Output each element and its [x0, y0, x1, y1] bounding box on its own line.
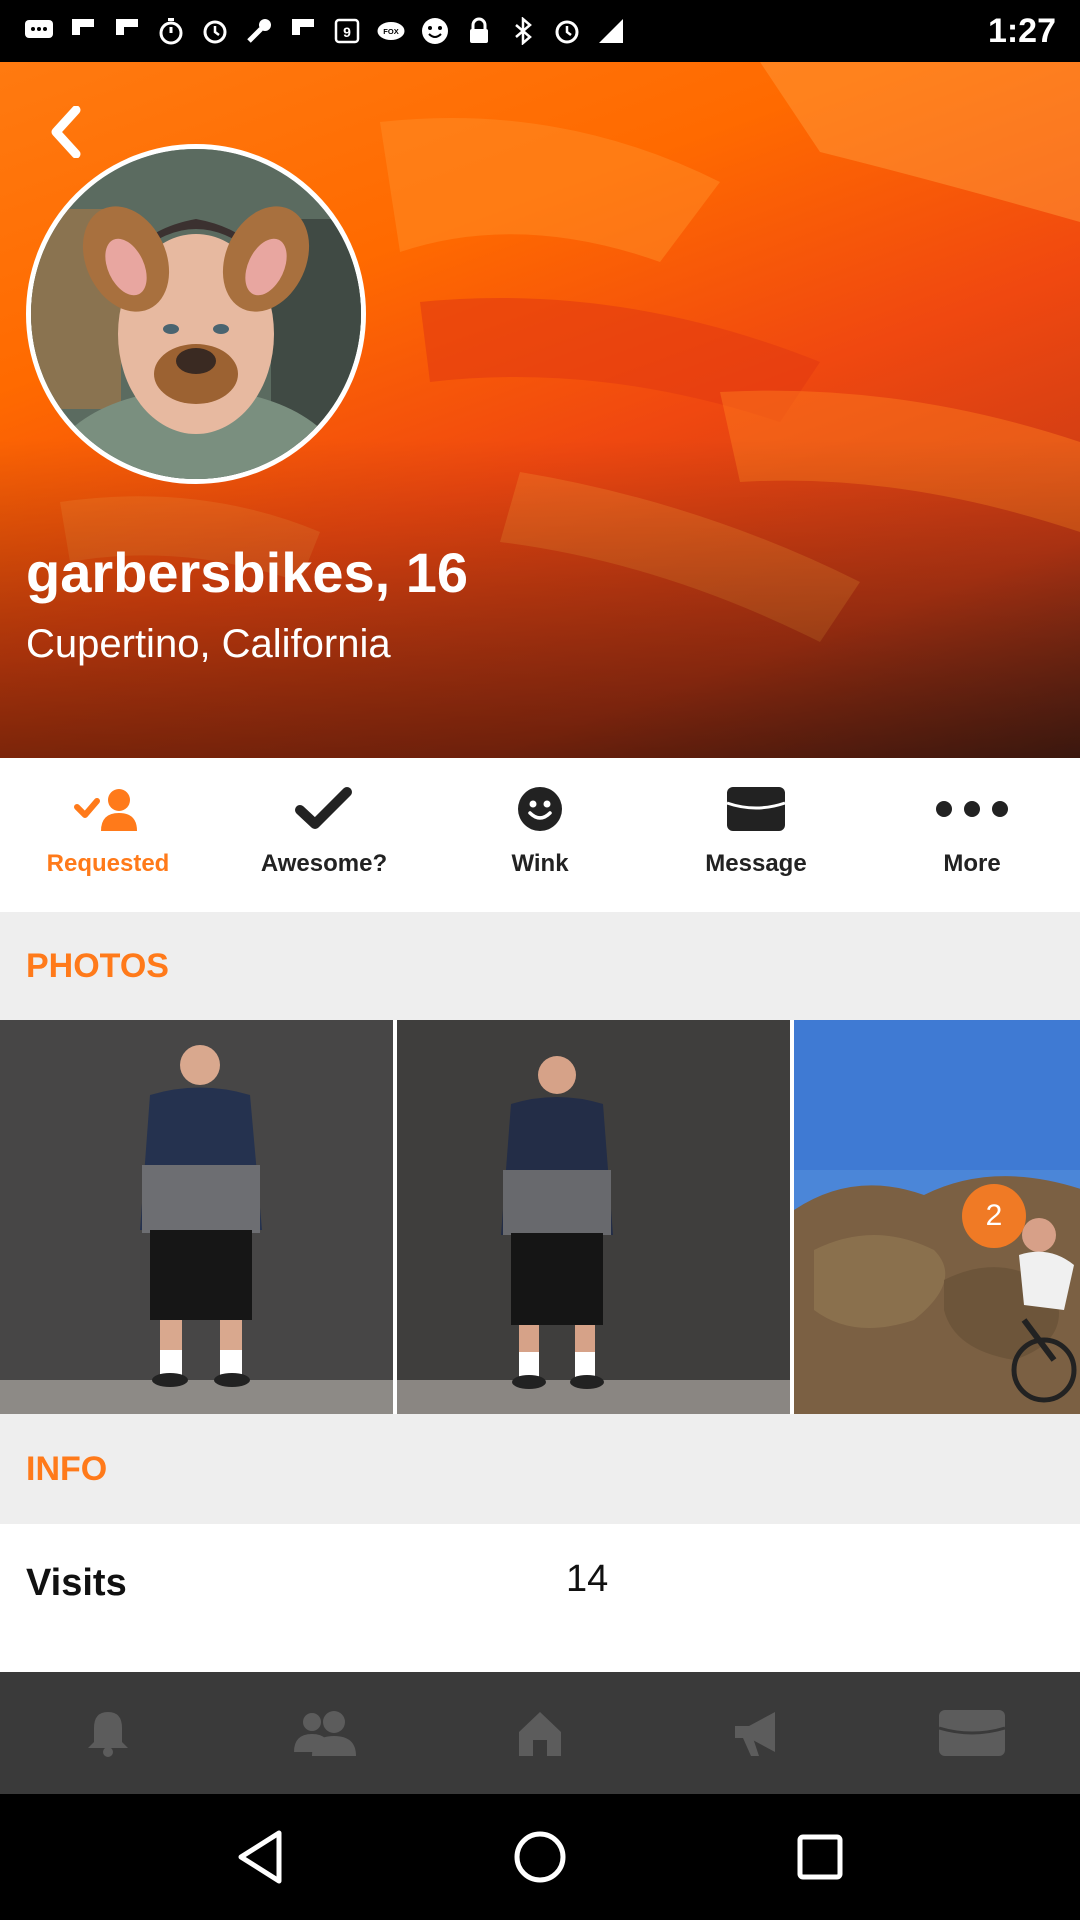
more-label: More: [943, 850, 1001, 877]
photos-header-label: PHOTOS: [26, 946, 169, 985]
nav-inbox[interactable]: [864, 1672, 1080, 1794]
status-time: 1:27: [987, 11, 1056, 50]
requested-label: Requested: [46, 850, 170, 877]
profile-name: garbersbikes, 16: [26, 541, 469, 604]
nav-announcements[interactable]: [648, 1672, 864, 1794]
check-icon: [295, 784, 353, 834]
info-header-label: INFO: [26, 1449, 108, 1488]
bluetooth-icon: [508, 16, 538, 46]
profile-hero: garbersbikes, 16 Cupertino, California: [0, 62, 1080, 758]
chat-icon: [24, 16, 54, 46]
photo-thumbnail-2[interactable]: [397, 1020, 790, 1414]
triangle-back-icon: [238, 1830, 282, 1884]
emoji-icon: [420, 16, 450, 46]
svg-text:FOX: FOX: [383, 27, 398, 36]
photo-thumbnail-1[interactable]: [0, 1020, 393, 1414]
photos-section-header: PHOTOS: [0, 912, 1080, 1020]
fox-sports-icon: FOX: [376, 16, 406, 46]
photo-image: [397, 1020, 790, 1414]
avatar-image: [31, 149, 361, 479]
visits-value: 14: [566, 1558, 609, 1600]
back-button[interactable]: [40, 100, 92, 164]
alarm-icon: [200, 16, 230, 46]
system-back-button[interactable]: [225, 1822, 295, 1892]
circle-home-icon: [514, 1831, 566, 1883]
nav-home[interactable]: [432, 1672, 648, 1794]
info-section-header: INFO: [0, 1414, 1080, 1524]
lock-icon: [464, 16, 494, 46]
inbox-icon: [938, 1710, 1006, 1756]
requested-button[interactable]: Requested: [0, 758, 216, 912]
visits-label: Visits: [26, 1562, 127, 1604]
nav-notifications[interactable]: [0, 1672, 216, 1794]
message-button[interactable]: Message: [648, 758, 864, 912]
message-label: Message: [705, 850, 807, 877]
profile-location: Cupertino, California: [26, 622, 391, 666]
system-navigation-bar: [0, 1794, 1080, 1920]
system-recents-button[interactable]: [785, 1822, 855, 1892]
status-bar: 9 FOX 1:27: [0, 0, 1080, 62]
wink-button[interactable]: Wink: [432, 758, 648, 912]
alarm-icon: [552, 16, 582, 46]
flipboard-icon: [112, 16, 142, 46]
bottom-navigation: [0, 1672, 1080, 1794]
svg-text:9: 9: [343, 24, 351, 40]
stopwatch-icon: [156, 16, 186, 46]
flipboard-icon: [68, 16, 98, 46]
wrench-icon: [244, 16, 274, 46]
megaphone-icon: [735, 1712, 775, 1756]
square-recents-icon: [797, 1834, 843, 1880]
status-icons: 9 FOX: [24, 16, 626, 46]
more-photos-badge[interactable]: 2: [962, 1184, 1026, 1248]
mail-icon: 9: [332, 16, 362, 46]
bell-icon: [88, 1712, 128, 1757]
wink-icon: [516, 784, 564, 834]
photo-image: [0, 1020, 393, 1414]
chevron-left-icon: [51, 106, 81, 158]
awesome-label: Awesome?: [260, 850, 388, 877]
profile-avatar[interactable]: [26, 144, 366, 484]
photo-thumbnail-3[interactable]: [794, 1020, 1080, 1414]
more-button[interactable]: More: [864, 758, 1080, 912]
message-icon: [725, 784, 787, 834]
signal-icon: [596, 16, 626, 46]
photo-strip: [0, 1020, 1080, 1414]
system-home-button[interactable]: [505, 1822, 575, 1892]
flipboard-icon: [288, 16, 318, 46]
requested-icon: [73, 784, 143, 834]
awesome-button[interactable]: Awesome?: [216, 758, 432, 912]
photo-image: [794, 1020, 1080, 1414]
action-bar: Requested Awesome? Wink Message More: [0, 758, 1080, 912]
nav-connections[interactable]: [216, 1672, 432, 1794]
home-icon: [519, 1712, 561, 1756]
visits-row: Visits 14: [0, 1524, 1080, 1672]
people-icon: [294, 1711, 356, 1756]
wink-label: Wink: [511, 850, 569, 877]
more-icon: [934, 784, 1010, 834]
